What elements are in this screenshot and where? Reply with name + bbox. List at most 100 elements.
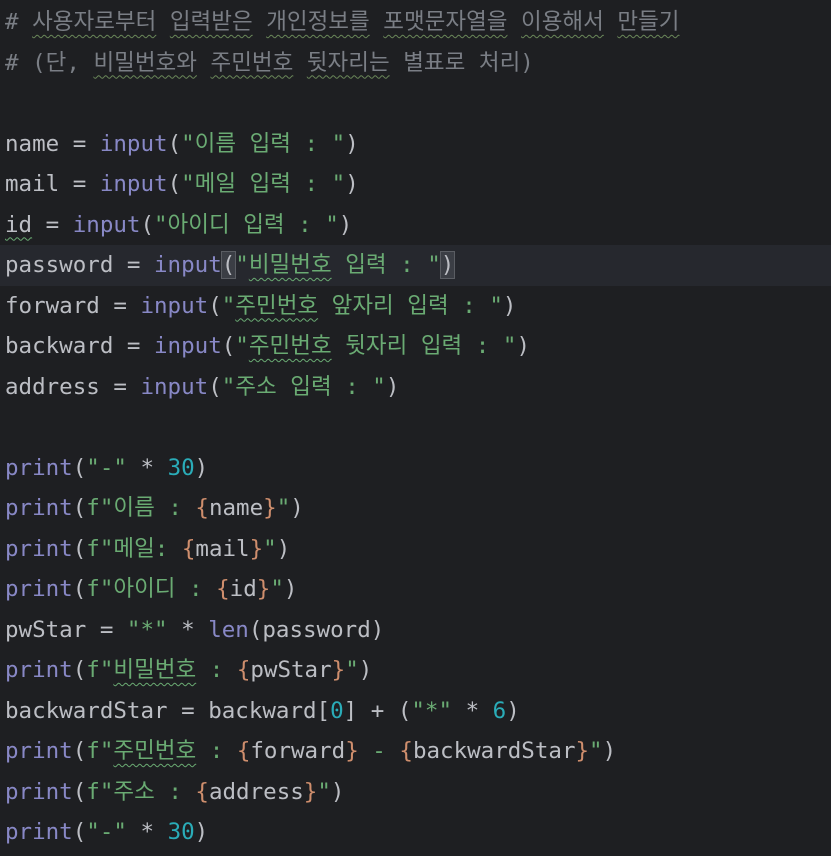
code-token: ( [167,130,182,157]
code-token: ] + ( [343,697,412,724]
code-line[interactable]: address = input("주소 입력 : ") [0,367,831,408]
code-token: 처리) [465,49,534,76]
code-token: f" [86,738,114,764]
code-token: ) [358,657,373,683]
code-line[interactable]: mail = input("메일 입력 : ") [0,164,831,205]
code-token: } [303,778,318,805]
code-token: ( [167,171,182,197]
code-token: ) [276,535,291,562]
code-token: 뒷자리는 [306,49,390,76]
code-token: } [249,535,264,562]
code-line[interactable]: print(f"메일: {mail}") [0,529,831,570]
code-token: f" [86,657,114,683]
code-line[interactable]: print(f"비밀번호 : {pwStar}") [0,650,831,691]
code-token: = [32,211,73,238]
code-line[interactable]: pwStar = "*" * len(password) [0,610,831,651]
code-token: * [167,616,209,643]
code-token: "-" [86,819,127,845]
code-token: "*" [411,697,453,724]
code-line[interactable]: print(f"아이디 : {id}") [0,569,831,610]
code-token: ( [72,657,87,683]
code-token: : [196,657,237,683]
code-token: ( [208,373,222,400]
code-token: * [126,819,168,845]
code-line[interactable]: # 사용자로부터 입력받은 개인정보를 포맷문자열을 이용해서 만들기 [0,2,831,43]
code-token: 30 [167,819,195,845]
code-token: ( [72,535,87,562]
code-token: 주민번호 [113,738,197,764]
code-token: print [5,738,73,764]
code-token: input [99,130,168,157]
code-token: ) [290,495,304,521]
code-line[interactable]: forward = input("주민번호 앞자리 입력 : ") [0,286,831,327]
code-line[interactable]: backwardStar = backward[0] + ("*" * 6) [0,691,831,732]
code-token: pwStar = [5,616,127,643]
code-token: f"주소 : [86,778,196,805]
code-token: f"메일: [86,535,182,562]
code-token: : [196,738,237,764]
code-token: input [140,373,209,400]
code-token: * [452,697,493,724]
code-line-current[interactable]: password = input("비밀번호 입력 : ") [0,245,831,286]
code-token: 비밀번호와 [93,49,197,76]
code-token: print [5,576,73,602]
code-token: 개인정보를 [266,9,370,35]
code-token: ) [385,373,400,400]
code-token: ) [194,454,209,481]
code-token: ( [140,211,155,238]
code-line[interactable]: print("-" * 30) [0,812,831,853]
code-token: 이용해서 [521,9,604,35]
code-token: ) [345,130,359,157]
code-token: "이름 입력 : " [181,130,346,157]
code-token: 만들기 [617,9,680,35]
code-token: input [154,333,222,359]
code-token: ) [439,251,456,279]
code-token: # (단, [5,49,94,76]
code-token: ( [72,819,87,845]
code-token: id [5,211,33,238]
code-token: ) [283,576,298,602]
code-token: { [236,657,251,683]
code-token: # [5,9,33,35]
code-line[interactable]: print(f"주소 : {address}") [0,772,831,813]
code-line[interactable]: print(f"주민번호 : {forward} - {backwardStar… [0,731,831,772]
code-token: ( [72,738,87,764]
code-token: ( [220,251,237,279]
code-token: ) [602,738,617,764]
code-token: ( [72,576,87,602]
code-token: ( [72,454,87,481]
code-token: address [208,778,304,805]
code-token: address = [5,373,141,400]
code-token: input [154,252,222,278]
code-line[interactable]: name = input("이름 입력 : ") [0,124,831,165]
code-token: print [5,819,73,845]
code-token: "주소 입력 : " [221,373,386,400]
code-token: 주민번호 [235,292,319,319]
code-editor[interactable]: # 사용자로부터 입력받은 개인정보를 포맷문자열을 이용해서 만들기 # (단,… [0,0,831,856]
code-token: ) [330,778,345,805]
code-token: ( [72,778,87,805]
code-token: 비밀번호 [113,657,197,683]
code-token: 포맷문자열을 [383,9,508,35]
code-token: mail = [5,171,100,197]
code-line[interactable]: id = input("아이디 입력 : ") [0,205,831,246]
code-token: * [126,454,168,481]
code-token: " [345,657,359,683]
code-line[interactable] [0,407,831,448]
code-line[interactable]: print("-" * 30) [0,448,831,489]
code-token: name = [5,130,100,157]
code-line[interactable]: print(f"이름 : {name}") [0,488,831,529]
code-token: ) [506,697,520,724]
code-token: ) [502,292,517,319]
code-token: ) [345,171,359,197]
code-token: { [181,535,196,562]
code-line[interactable]: # (단, 비밀번호와 주민번호 뒷자리는 별표로 처리) [0,43,831,84]
code-line[interactable]: backward = input("주민번호 뒷자리 입력 : ") [0,326,831,367]
code-line[interactable] [0,83,831,124]
code-token: name [208,495,264,521]
